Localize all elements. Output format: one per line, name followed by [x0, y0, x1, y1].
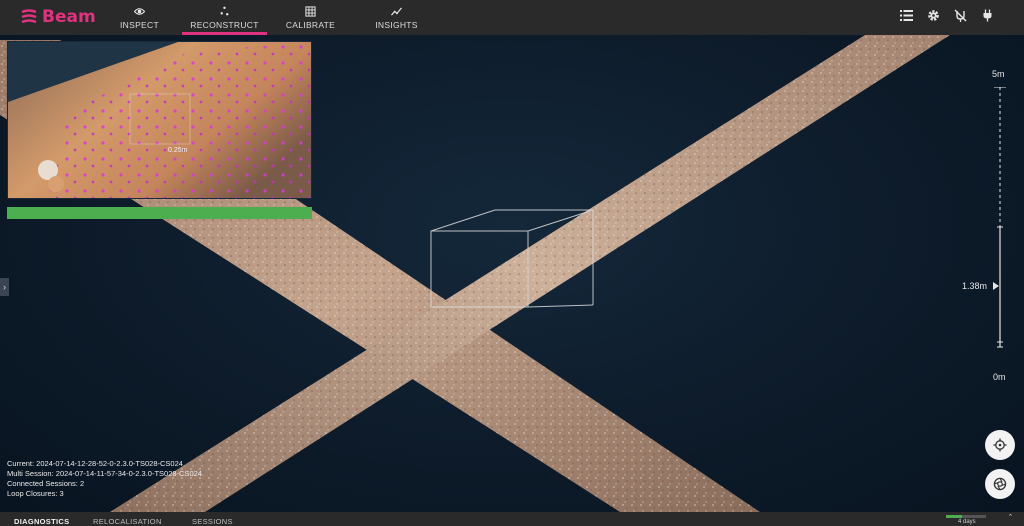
storage-progress-fill	[946, 515, 962, 518]
scale-marker-icon[interactable]	[993, 282, 999, 290]
tab-inspect[interactable]: INSPECT	[97, 0, 182, 35]
trend-line-icon	[391, 6, 402, 16]
storage-progress-bar	[946, 515, 986, 518]
scale-current-label: 1.38m	[962, 281, 988, 291]
scatter-dots-icon	[220, 6, 229, 15]
snapshot-button[interactable]	[985, 469, 1015, 499]
recenter-button[interactable]	[985, 430, 1015, 460]
gear-icon[interactable]	[927, 9, 940, 22]
tab-diagnostics[interactable]: DIAGNOSTICS	[14, 517, 69, 526]
tab-insights[interactable]: INSIGHTS	[354, 0, 439, 35]
camera-progress-bar	[7, 207, 312, 219]
loop-closures: Loop Closures: 3	[7, 489, 64, 498]
no-connection-icon[interactable]	[954, 9, 967, 22]
power-plug-icon[interactable]	[981, 9, 994, 22]
layers-list-icon[interactable]	[900, 9, 913, 22]
tab-relocalisation[interactable]: RELOCALISATION	[93, 517, 162, 526]
eye-icon	[134, 7, 145, 15]
scale-top-label: 5m	[992, 69, 1005, 79]
storage-days-label: 4 days	[958, 519, 976, 525]
tab-reconstruct[interactable]: RECONSTRUCT	[182, 0, 267, 35]
tab-insights-label: INSIGHTS	[375, 19, 418, 30]
top-bar: Beam INSPECT RECONSTRUCT CALIBRATE INSIG…	[0, 0, 1024, 35]
beam-logo-icon	[21, 9, 37, 24]
expand-panel-button[interactable]: ›	[0, 278, 9, 296]
session-info: Current: 2024-07-14-12-28-52-0-2.3.0-TS0…	[7, 459, 202, 499]
camera-preview[interactable]: 0.25m	[7, 41, 312, 199]
tab-calibrate[interactable]: CALIBRATE	[268, 0, 353, 35]
tab-reconstruct-label: RECONSTRUCT	[190, 19, 259, 30]
scale-dashed-track	[994, 87, 1006, 348]
camera-feed-image: 0.25m	[8, 42, 311, 198]
toolbar-right	[900, 9, 994, 22]
multi-session: Multi Session: 2024-07-14-11-57-34-0-2.3…	[7, 469, 202, 478]
beam-logo[interactable]: Beam	[20, 7, 96, 27]
tab-calibrate-label: CALIBRATE	[285, 19, 336, 30]
grid-icon	[305, 5, 316, 17]
chevron-up-icon[interactable]: ˆ	[1009, 513, 1012, 523]
current-session: Current: 2024-07-14-12-28-52-0-2.3.0-TS0…	[7, 459, 183, 468]
aperture-icon	[993, 477, 1007, 491]
tab-sessions[interactable]: SESSIONS	[192, 517, 233, 526]
chevron-right-icon: ›	[3, 282, 6, 292]
camera-measurement-label: 0.25m	[168, 147, 188, 154]
connected-sessions: Connected Sessions: 2	[7, 479, 85, 488]
brand-name: Beam	[42, 7, 96, 27]
scale-bottom-label: 0m	[993, 372, 1006, 382]
tab-inspect-label: INSPECT	[120, 19, 159, 30]
crosshair-icon	[993, 438, 1007, 452]
bottom-bar: DIAGNOSTICS RELOCALISATION SESSIONS 4 da…	[0, 512, 1024, 526]
point-cloud-viewport[interactable]: 0.25m › 5m 1.38m 0m Current: 2024-07-14-…	[0, 35, 1024, 512]
